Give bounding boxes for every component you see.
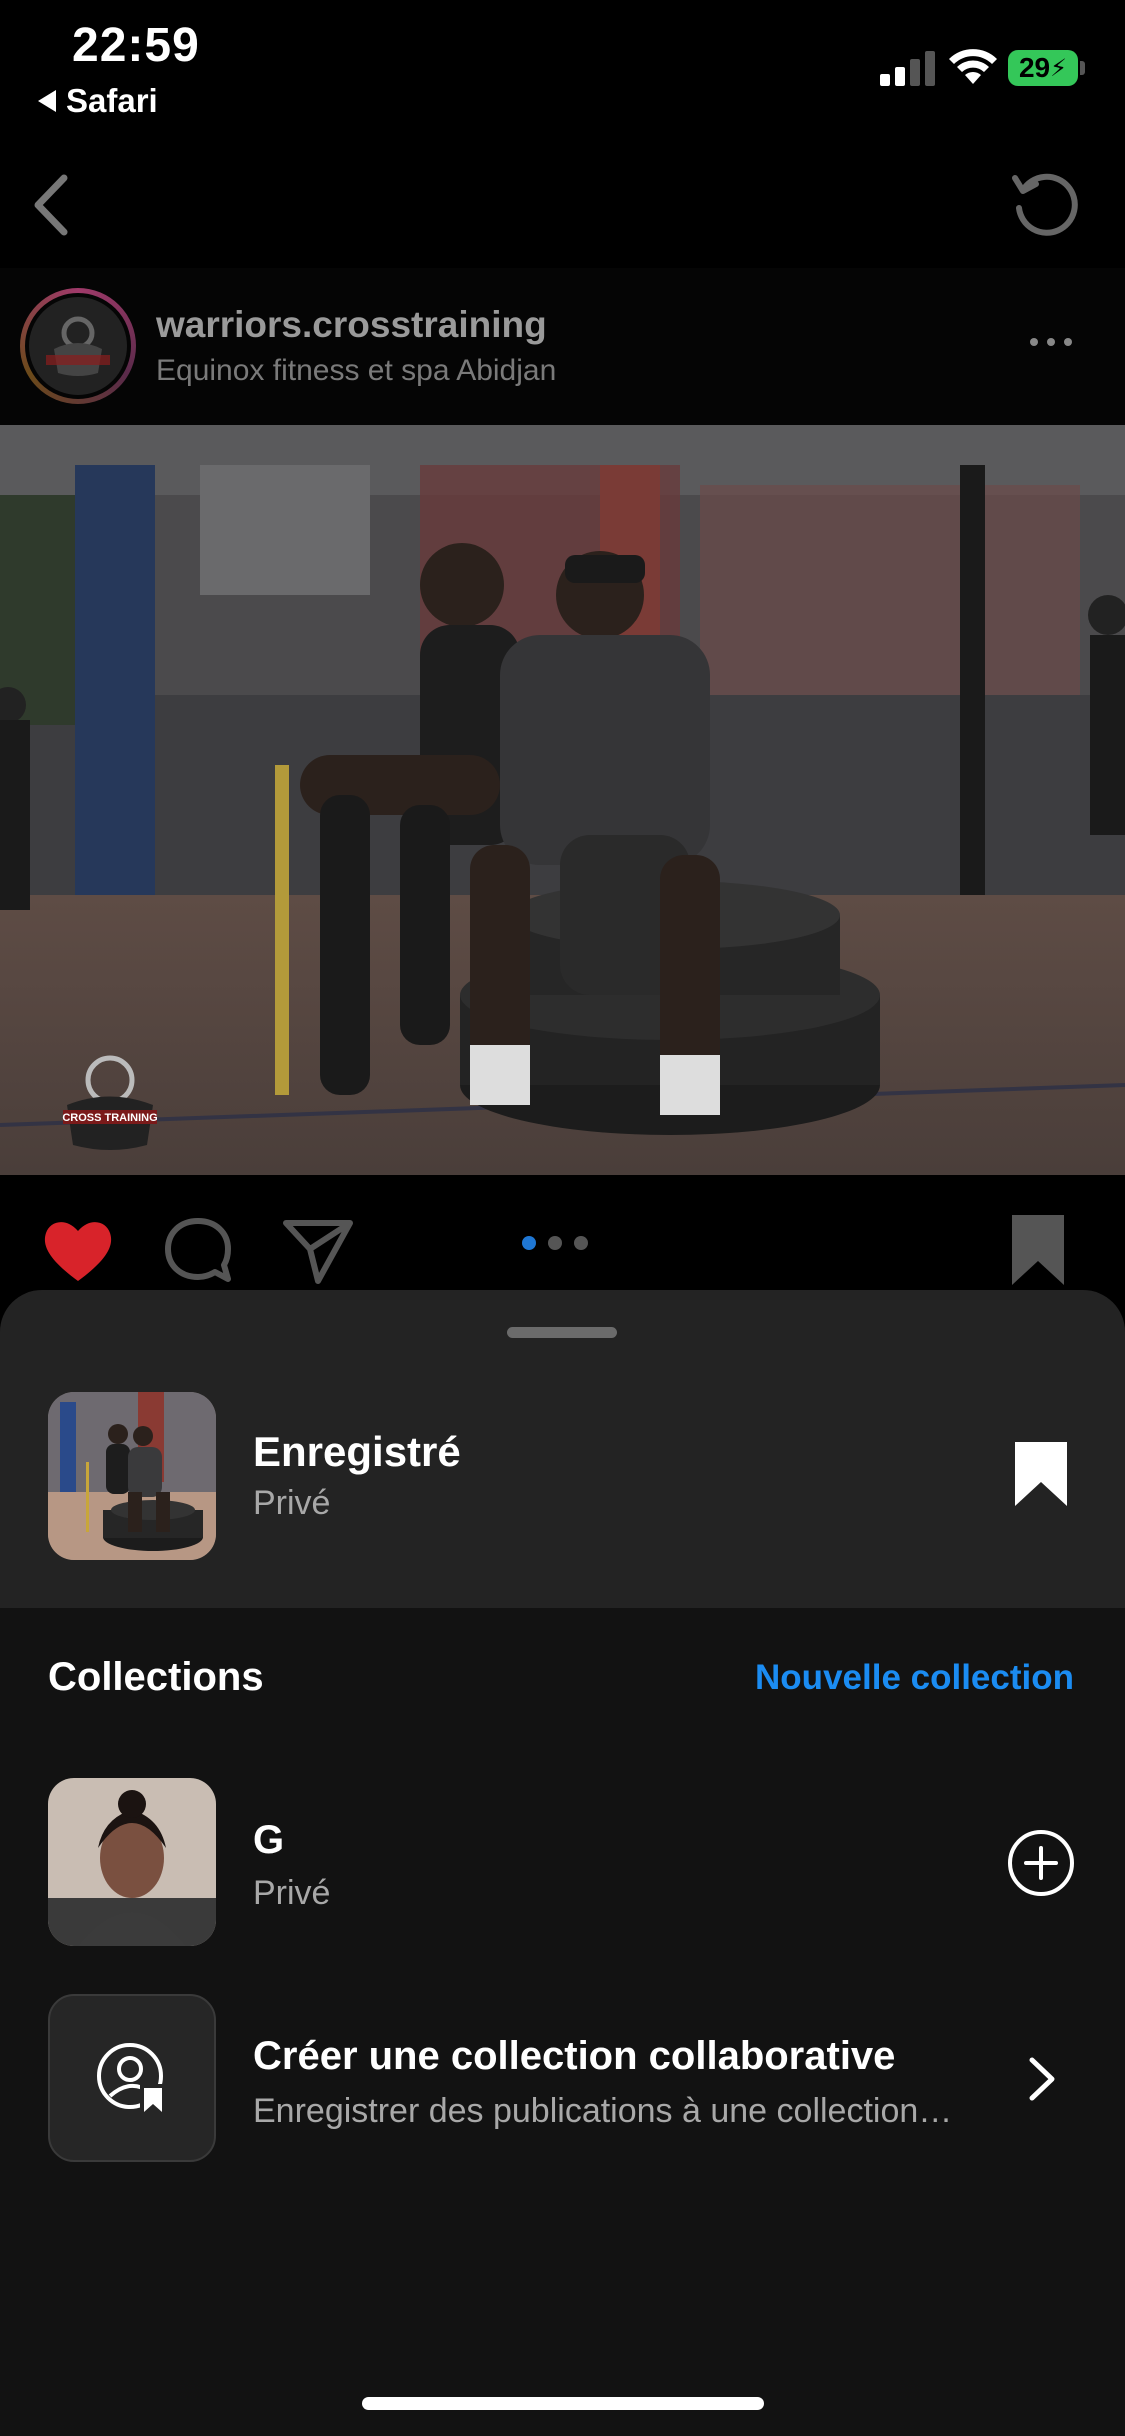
post-username[interactable]: warriors.crosstraining — [156, 304, 547, 346]
share-icon[interactable] — [280, 1215, 356, 1285]
collab-user-bookmark-icon — [97, 2043, 166, 2114]
collection-thumbnail — [48, 1778, 216, 1946]
back-to-safari-button[interactable]: Safari — [38, 82, 158, 120]
comment-icon[interactable] — [160, 1215, 236, 1285]
saved-privacy: Privé — [253, 1484, 331, 1522]
home-indicator[interactable] — [362, 2397, 764, 2410]
heart-icon[interactable] — [40, 1215, 116, 1285]
new-collection-button[interactable]: Nouvelle collection — [755, 1658, 1074, 1698]
refresh-icon[interactable] — [1005, 164, 1081, 240]
bookmark-icon[interactable] — [1000, 1215, 1076, 1285]
post-location[interactable]: Equinox fitness et spa Abidjan — [156, 354, 556, 388]
status-time: 22:59 — [72, 19, 200, 72]
post-header: warriors.crosstraining Equinox fitness e… — [0, 268, 1125, 425]
collection-item[interactable]: G Privé — [0, 1778, 1125, 1948]
saved-section: Enregistré Privé — [0, 1290, 1125, 1608]
create-collab-collection-row[interactable]: Créer une collection collaborative Enreg… — [0, 1994, 1125, 2164]
chevron-left-icon[interactable] — [22, 170, 82, 240]
bookmark-filled-icon[interactable] — [1013, 1442, 1069, 1506]
profile-avatar[interactable] — [20, 288, 136, 404]
collab-title: Créer une collection collaborative — [253, 2034, 896, 2078]
battery-charging-icon: 29 ⚡ — [1008, 50, 1078, 86]
chevron-right-icon[interactable] — [1022, 2054, 1062, 2104]
svg-text:CROSS TRAINING: CROSS TRAINING — [62, 1112, 157, 1124]
signal-icon — [880, 51, 935, 86]
more-options-icon[interactable] — [1030, 338, 1072, 346]
post-photo[interactable]: CROSS TRAINING — [0, 425, 1125, 1175]
battery-level: 29 — [1018, 52, 1051, 83]
carousel-indicator — [522, 1236, 588, 1250]
nav-bar — [0, 140, 1125, 265]
avatar-logo — [25, 293, 131, 399]
back-app-label: Safari — [66, 82, 158, 119]
post-image: CROSS TRAINING — [0, 425, 1125, 1175]
sheet-drag-handle[interactable] — [507, 1327, 617, 1338]
collab-subtitle: Enregistrer des publications à une colle… — [253, 2092, 953, 2130]
status-bar: 22:59 Safari 29 ⚡ — [0, 0, 1125, 130]
battery-tip — [1080, 61, 1085, 75]
collection-privacy: Privé — [253, 1874, 331, 1912]
kettlebell-logo-icon — [46, 316, 110, 376]
collection-name: G — [253, 1818, 285, 1862]
saved-title: Enregistré — [253, 1428, 461, 1475]
collections-heading: Collections — [48, 1655, 264, 1699]
wifi-icon — [949, 49, 997, 84]
save-bottom-sheet: Enregistré Privé Collections Nouvelle co… — [0, 1290, 1125, 2436]
add-circle-icon[interactable] — [1006, 1828, 1076, 1898]
back-triangle-icon — [38, 90, 56, 112]
collab-collection-box — [48, 1994, 216, 2162]
post-actions — [0, 1175, 1125, 1295]
saved-thumbnail — [48, 1392, 216, 1560]
